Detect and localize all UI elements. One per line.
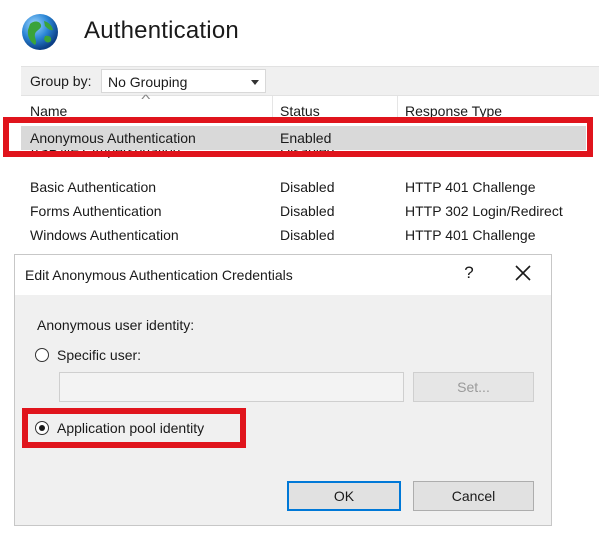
dialog-titlebar[interactable]: Edit Anonymous Authentication Credential… <box>15 255 551 295</box>
identity-label: Anonymous user identity: <box>37 317 195 333</box>
specific-user-radio[interactable] <box>35 348 49 362</box>
specific-user-label[interactable]: Specific user: <box>57 347 141 363</box>
group-by-dropdown[interactable]: No Grouping <box>101 69 266 93</box>
row-name: Windows Authentication <box>30 227 179 243</box>
globe-icon <box>22 14 58 50</box>
page-title: Authentication <box>84 17 239 44</box>
cancel-button[interactable]: Cancel <box>413 481 534 511</box>
table-row-windows-authentication[interactable]: Windows Authentication Disabled HTTP 401… <box>21 223 586 247</box>
row-name: Basic Authentication <box>30 179 157 195</box>
specific-user-input[interactable] <box>59 372 404 402</box>
row-status: Disabled <box>280 227 335 243</box>
row-name: Forms Authentication <box>30 203 162 219</box>
table-row-forms-authentication[interactable]: Forms Authentication Disabled HTTP 302 L… <box>21 199 586 223</box>
set-button[interactable]: Set... <box>413 372 534 402</box>
dialog-title: Edit Anonymous Authentication Credential… <box>25 267 293 283</box>
row-response-type: HTTP 401 Challenge <box>405 227 536 243</box>
group-by-label: Group by: <box>30 73 92 89</box>
edit-credentials-dialog: Edit Anonymous Authentication Credential… <box>14 254 552 526</box>
close-icon[interactable] <box>511 261 535 285</box>
selected-row-highlight <box>3 117 593 157</box>
chevron-down-icon <box>251 80 259 85</box>
row-response-type: HTTP 302 Login/Redirect <box>405 203 563 219</box>
row-status: Disabled <box>280 179 335 195</box>
row-response-type: HTTP 401 Challenge <box>405 179 536 195</box>
help-icon[interactable]: ? <box>459 263 479 285</box>
ok-button[interactable]: OK <box>287 481 401 511</box>
row-status: Disabled <box>280 203 335 219</box>
group-by-value: No Grouping <box>108 74 188 90</box>
page-header: Authentication <box>0 0 599 64</box>
table-row-basic-authentication[interactable]: Basic Authentication Disabled HTTP 401 C… <box>21 175 586 199</box>
group-by-toolbar: Group by: No Grouping <box>21 66 599 96</box>
application-pool-identity-highlight <box>22 408 246 448</box>
